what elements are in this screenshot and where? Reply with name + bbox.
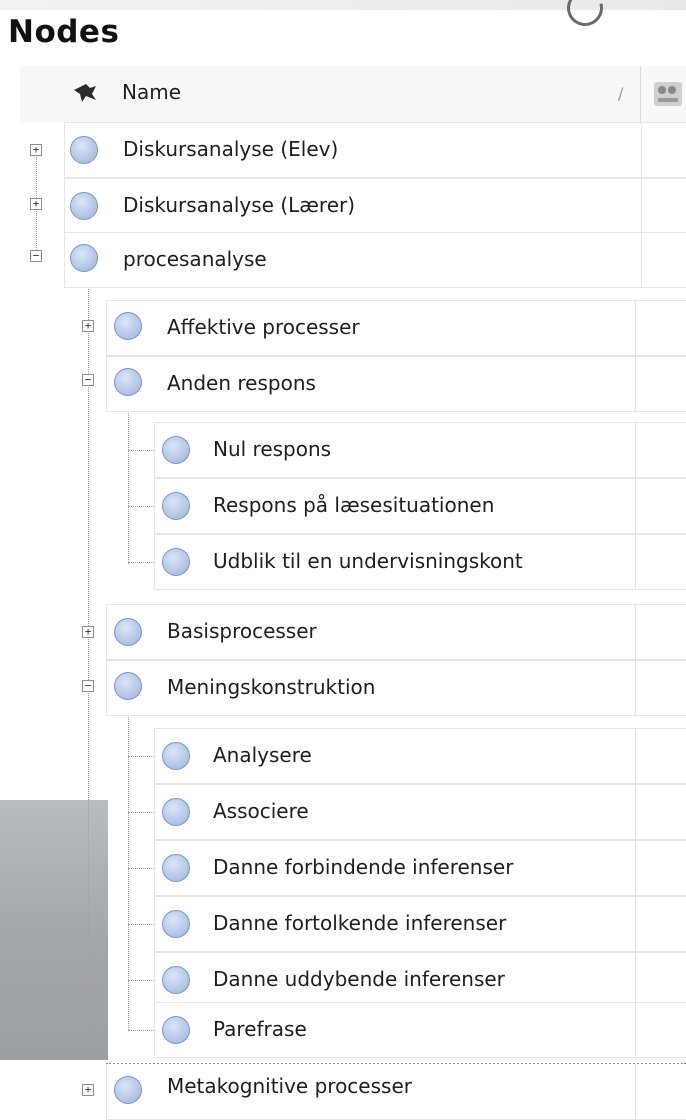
tree-row-affektive-processer[interactable]: Affektive processer: [106, 300, 686, 356]
expand-icon[interactable]: +: [82, 1084, 94, 1096]
row-label: Respons på læsesituationen: [213, 493, 495, 517]
tree-row-meningskonstruktion[interactable]: Meningskonstruktion: [106, 660, 686, 716]
tree-line: [128, 392, 129, 564]
expand-icon[interactable]: +: [82, 626, 94, 638]
tree-row-danne-forbindende[interactable]: Danne forbindende inferenser: [154, 840, 686, 896]
node-circle-icon: [70, 192, 98, 220]
tree-row-analysere[interactable]: Analysere: [154, 728, 686, 784]
node-circle-icon: [162, 910, 190, 938]
column-divider[interactable]: [640, 66, 641, 122]
pin-icon[interactable]: [70, 80, 100, 104]
tree-row-danne-uddybende[interactable]: Danne uddybende inferenser: [154, 952, 686, 1008]
tree-row-nul-respons[interactable]: Nul respons: [154, 422, 686, 478]
tree-row-basisprocesser[interactable]: Basisprocesser: [106, 604, 686, 660]
tree-row-anden-respons[interactable]: Anden respons: [106, 356, 686, 412]
name-column-header[interactable]: Name: [122, 80, 181, 104]
column-header: [20, 66, 686, 122]
collapse-icon[interactable]: −: [82, 374, 94, 386]
row-label: Nul respons: [213, 437, 332, 461]
tree-row-diskursanalyse-elev[interactable]: Diskursanalyse (Elev): [64, 122, 686, 178]
row-label: Diskursanalyse (Elev): [123, 137, 339, 161]
node-circle-icon: [114, 672, 142, 700]
row-label: Danne fortolkende inferenser: [213, 911, 507, 935]
expand-icon[interactable]: +: [82, 320, 94, 332]
tree-row-udblik[interactable]: Udblik til en undervisningskont: [154, 534, 686, 590]
collapse-icon[interactable]: −: [30, 250, 42, 262]
link-column-icon[interactable]: [650, 76, 686, 112]
sort-indicator: /: [618, 84, 624, 103]
node-circle-icon: [162, 492, 190, 520]
row-label: Meningskonstruktion: [167, 675, 376, 699]
tree-row-parefrase[interactable]: Parefrase: [154, 1002, 686, 1058]
row-label: Basisprocesser: [167, 619, 317, 643]
row-label: Danne forbindende inferenser: [213, 855, 514, 879]
row-label: Affektive processer: [167, 315, 360, 339]
expand-icon[interactable]: +: [30, 144, 42, 156]
node-circle-icon: [114, 312, 142, 340]
tree-row-danne-fortolkende[interactable]: Danne fortolkende inferenser: [154, 896, 686, 952]
refresh-icon[interactable]: [560, 0, 610, 33]
row-label: procesanalyse: [123, 247, 267, 271]
node-circle-icon: [162, 548, 190, 576]
node-circle-icon: [114, 618, 142, 646]
tree-row-procesanalyse[interactable]: procesanalyse: [64, 232, 686, 288]
row-label: Diskursanalyse (Lærer): [123, 193, 356, 217]
node-circle-icon: [162, 742, 190, 770]
collapse-icon[interactable]: −: [82, 680, 94, 692]
tree-row-respons-paa-laesesituationen[interactable]: Respons på læsesituationen: [154, 478, 686, 534]
tree-line: [88, 270, 89, 1050]
row-label: Analysere: [213, 743, 312, 767]
node-circle-icon: [114, 1076, 142, 1104]
row-label: Parefrase: [213, 1017, 307, 1041]
tree-row-metakognitive-processer[interactable]: Metakognitive processer: [106, 1064, 686, 1120]
row-label: Metakognitive processer: [167, 1074, 412, 1098]
node-circle-icon: [162, 436, 190, 464]
node-circle-icon: [114, 368, 142, 396]
node-circle-icon: [162, 798, 190, 826]
node-circle-icon: [162, 966, 190, 994]
node-circle-icon: [162, 1016, 190, 1044]
tree-row-diskursanalyse-laerer[interactable]: Diskursanalyse (Lærer): [64, 178, 686, 234]
node-circle-icon: [70, 244, 98, 272]
row-label: Danne uddybende inferenser: [213, 967, 505, 991]
expand-icon[interactable]: +: [30, 198, 42, 210]
row-label: Udblik til en undervisningskont: [213, 549, 523, 573]
node-circle-icon: [162, 854, 190, 882]
panel-title: Nodes: [8, 14, 120, 50]
tree-row-associere[interactable]: Associere: [154, 784, 686, 840]
row-label: Associere: [213, 799, 309, 823]
row-label: Anden respons: [167, 371, 316, 395]
node-circle-icon: [70, 136, 98, 164]
background-panel: [0, 800, 108, 1060]
